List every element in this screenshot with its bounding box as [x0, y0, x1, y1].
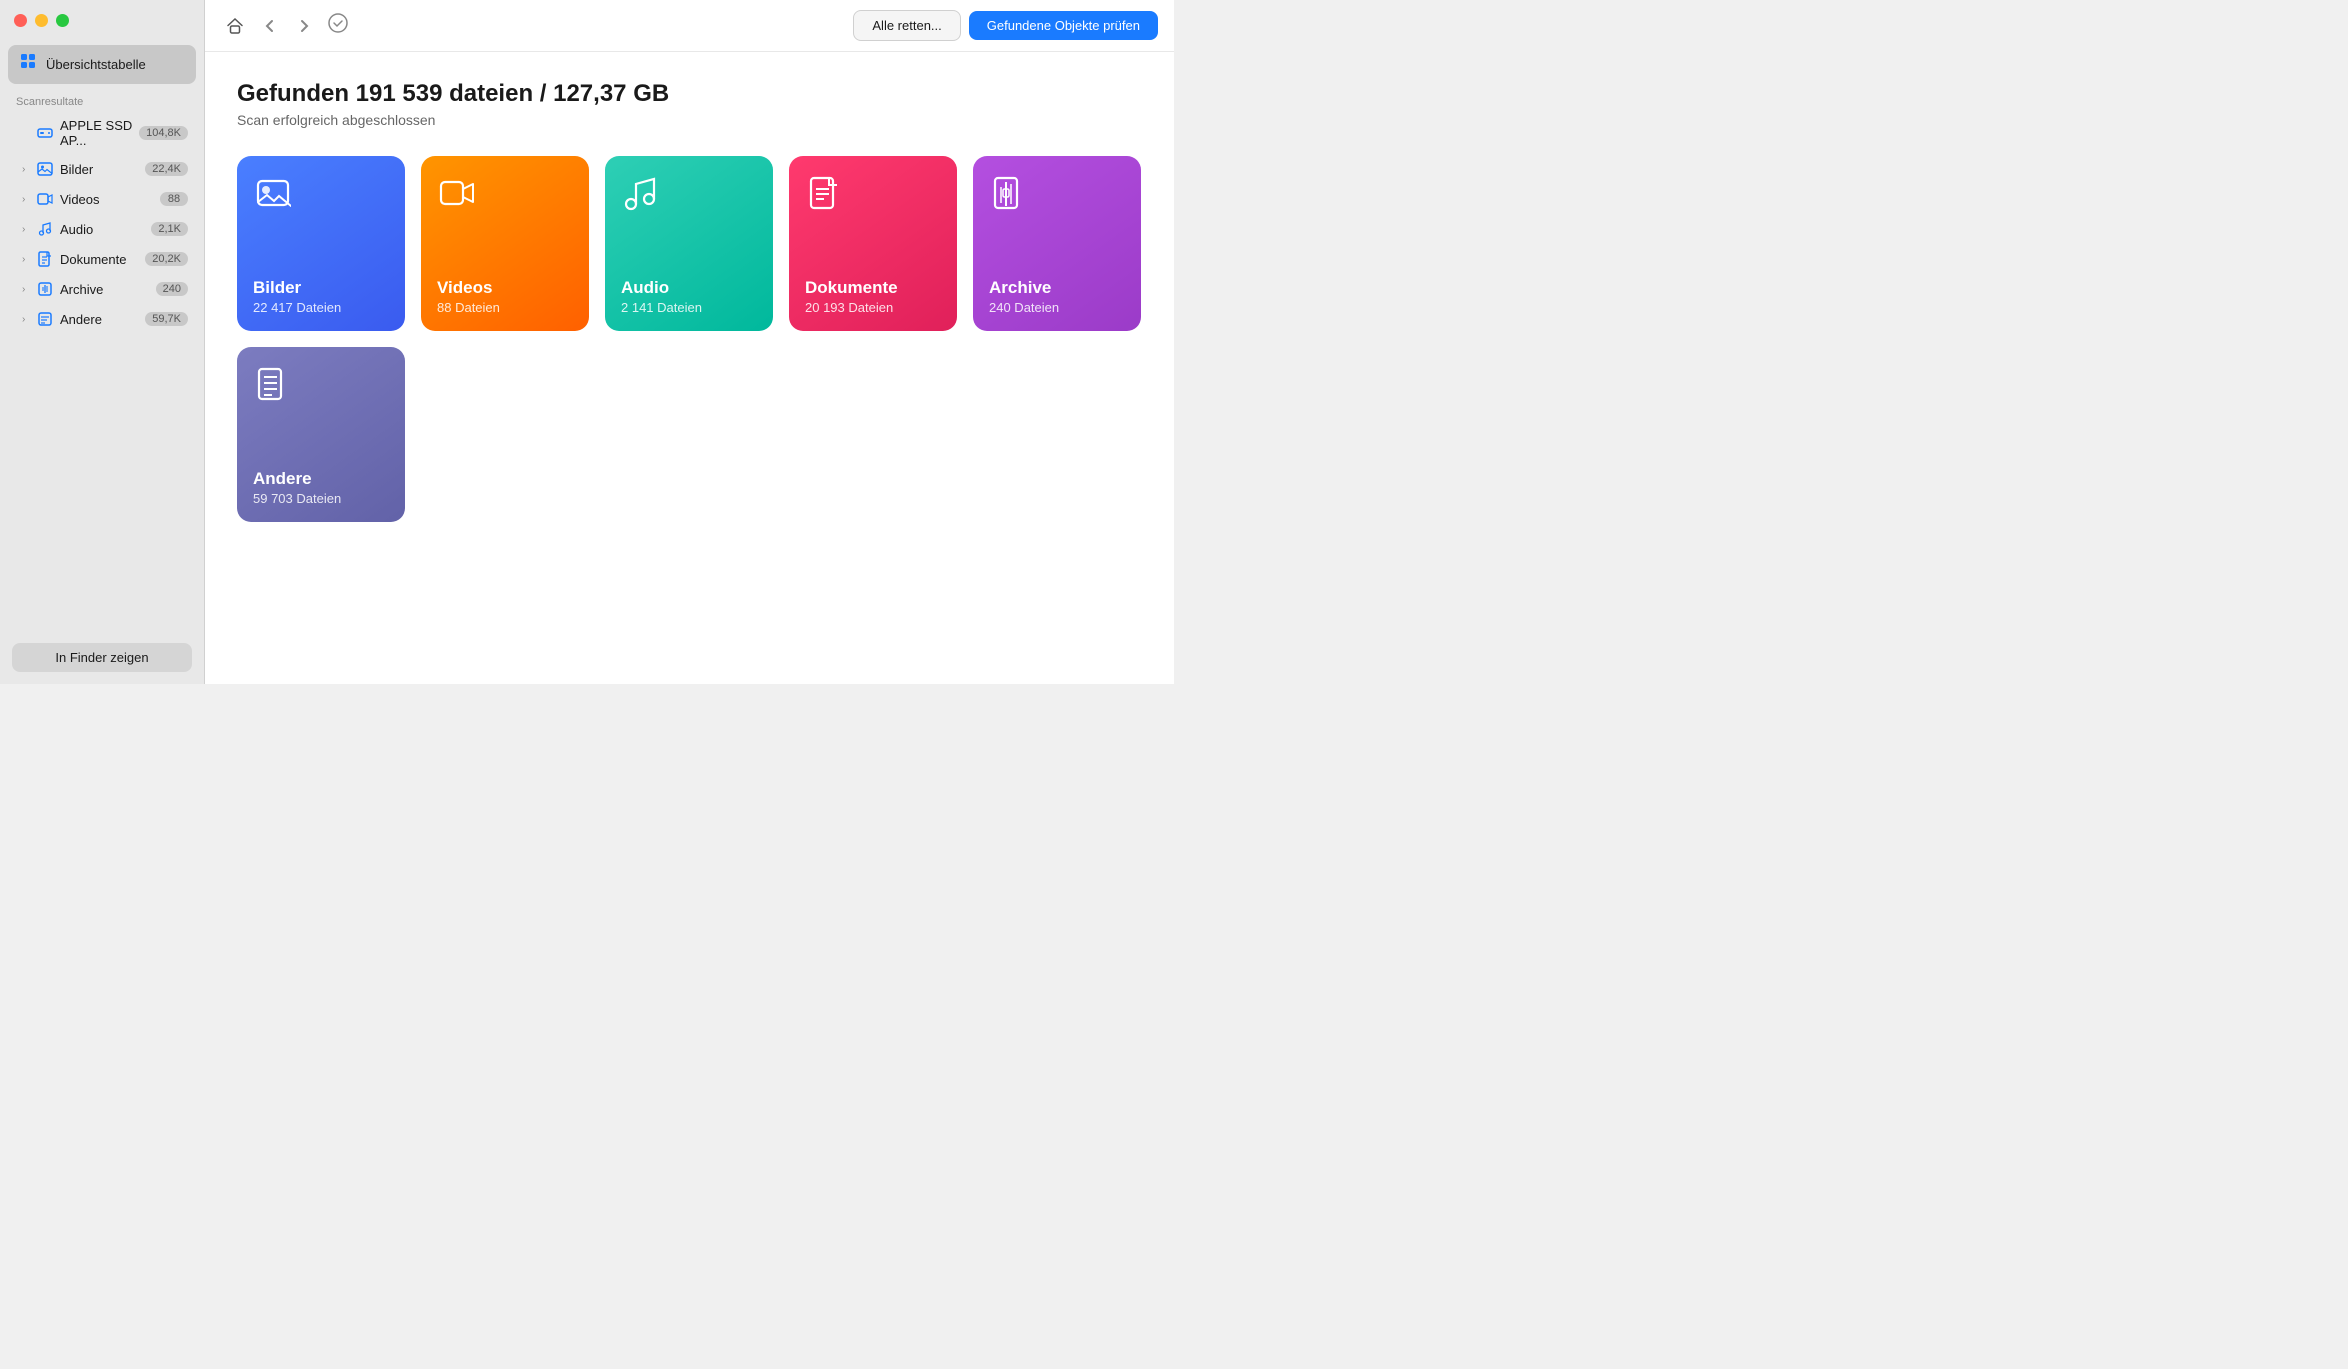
chevron-videos: › [22, 194, 32, 205]
sidebar-item-dokumente[interactable]: › Dokumente 20,2K [6, 245, 198, 273]
sidebar-item-label-videos: Videos [60, 192, 160, 207]
sidebar-badge-bilder: 22,4K [145, 162, 188, 176]
sidebar-item-archive[interactable]: › Archive 240 [6, 275, 198, 303]
maximize-button[interactable] [56, 14, 69, 27]
back-button[interactable] [257, 15, 283, 37]
audio-icon [36, 220, 54, 238]
finder-button[interactable]: In Finder zeigen [12, 643, 192, 672]
sidebar-item-andere[interactable]: › Andere 59,7K [6, 305, 198, 333]
dokumente-card-name: Dokumente [805, 278, 941, 298]
audio-card-name: Audio [621, 278, 757, 298]
card-dokumente[interactable]: Dokumente 20 193 Dateien [789, 156, 957, 331]
dokumente-card-count: 20 193 Dateien [805, 300, 941, 315]
archive-card-icon [989, 174, 1029, 214]
content-area: Gefunden 191 539 dateien / 127,37 GB Sca… [205, 52, 1174, 684]
cards-grid: Bilder 22 417 Dateien Videos 88 Dateien [237, 156, 1142, 522]
document-icon [36, 250, 54, 268]
other-icon [36, 310, 54, 328]
card-audio[interactable]: Audio 2 141 Dateien [605, 156, 773, 331]
sidebar-badge-dokumente: 20,2K [145, 252, 188, 266]
videos-card-name: Videos [437, 278, 573, 298]
audio-card-count: 2 141 Dateien [621, 300, 757, 315]
toolbar: Alle retten... Gefundene Objekte prüfen [205, 0, 1174, 52]
sidebar: Übersichtstabelle Scanresultate APPLE SS… [0, 0, 205, 684]
chevron-andere: › [22, 314, 32, 325]
drive-icon [36, 124, 54, 142]
sidebar-item-bilder[interactable]: › Bilder 22,4K [6, 155, 198, 183]
grid-icon [20, 53, 38, 76]
videos-card-count: 88 Dateien [437, 300, 573, 315]
archive-icon [36, 280, 54, 298]
sidebar-item-label-apple-ssd: APPLE SSD AP... [60, 118, 139, 148]
alle-retten-button[interactable]: Alle retten... [853, 10, 960, 41]
close-button[interactable] [14, 14, 27, 27]
archive-card-name: Archive [989, 278, 1125, 298]
main-content: Alle retten... Gefundene Objekte prüfen … [205, 0, 1174, 684]
minimize-button[interactable] [35, 14, 48, 27]
sidebar-item-label-audio: Audio [60, 222, 151, 237]
sidebar-item-label-dokumente: Dokumente [60, 252, 145, 267]
home-button[interactable] [221, 12, 249, 40]
audio-card-icon [621, 174, 661, 214]
card-archive[interactable]: Archive 240 Dateien [973, 156, 1141, 331]
card-andere[interactable]: Andere 59 703 Dateien [237, 347, 405, 522]
chevron-archive: › [22, 284, 32, 295]
sidebar-bottom: In Finder zeigen [0, 631, 204, 684]
page-title: Gefunden 191 539 dateien / 127,37 GB [237, 80, 1142, 108]
sidebar-item-audio[interactable]: › Audio 2,1K [6, 215, 198, 243]
sidebar-item-label-archive: Archive [60, 282, 156, 297]
overview-button[interactable]: Übersichtstabelle [8, 45, 196, 84]
window-controls [0, 0, 204, 37]
bilder-card-icon [253, 174, 293, 214]
archive-card-count: 240 Dateien [989, 300, 1125, 315]
sidebar-badge-audio: 2,1K [151, 222, 188, 236]
videos-card-icon [437, 174, 477, 214]
card-bilder[interactable]: Bilder 22 417 Dateien [237, 156, 405, 331]
video-icon [36, 190, 54, 208]
sidebar-item-apple-ssd[interactable]: APPLE SSD AP... 104,8K [6, 113, 198, 153]
andere-card-count: 59 703 Dateien [253, 491, 389, 506]
page-subtitle: Scan erfolgreich abgeschlossen [237, 112, 1142, 128]
forward-button[interactable] [291, 15, 317, 37]
sidebar-item-videos[interactable]: › Videos 88 [6, 185, 198, 213]
card-videos[interactable]: Videos 88 Dateien [421, 156, 589, 331]
chevron-bilder: › [22, 164, 32, 175]
overview-label: Übersichtstabelle [46, 57, 146, 72]
chevron-dokumente: › [22, 254, 32, 265]
gefundene-objekte-button[interactable]: Gefundene Objekte prüfen [969, 11, 1158, 40]
section-label: Scanresultate [0, 88, 204, 112]
sidebar-badge-apple-ssd: 104,8K [139, 126, 188, 140]
dokumente-card-icon [805, 174, 845, 214]
sidebar-badge-andere: 59,7K [145, 312, 188, 326]
sidebar-item-label-andere: Andere [60, 312, 145, 327]
sidebar-badge-videos: 88 [160, 192, 188, 206]
image-icon [36, 160, 54, 178]
sidebar-item-label-bilder: Bilder [60, 162, 145, 177]
chevron-audio: › [22, 224, 32, 235]
andere-card-icon [253, 365, 293, 405]
andere-card-name: Andere [253, 469, 389, 489]
bilder-card-count: 22 417 Dateien [253, 300, 389, 315]
check-icon [327, 12, 349, 39]
bilder-card-name: Bilder [253, 278, 389, 298]
sidebar-badge-archive: 240 [156, 282, 188, 296]
